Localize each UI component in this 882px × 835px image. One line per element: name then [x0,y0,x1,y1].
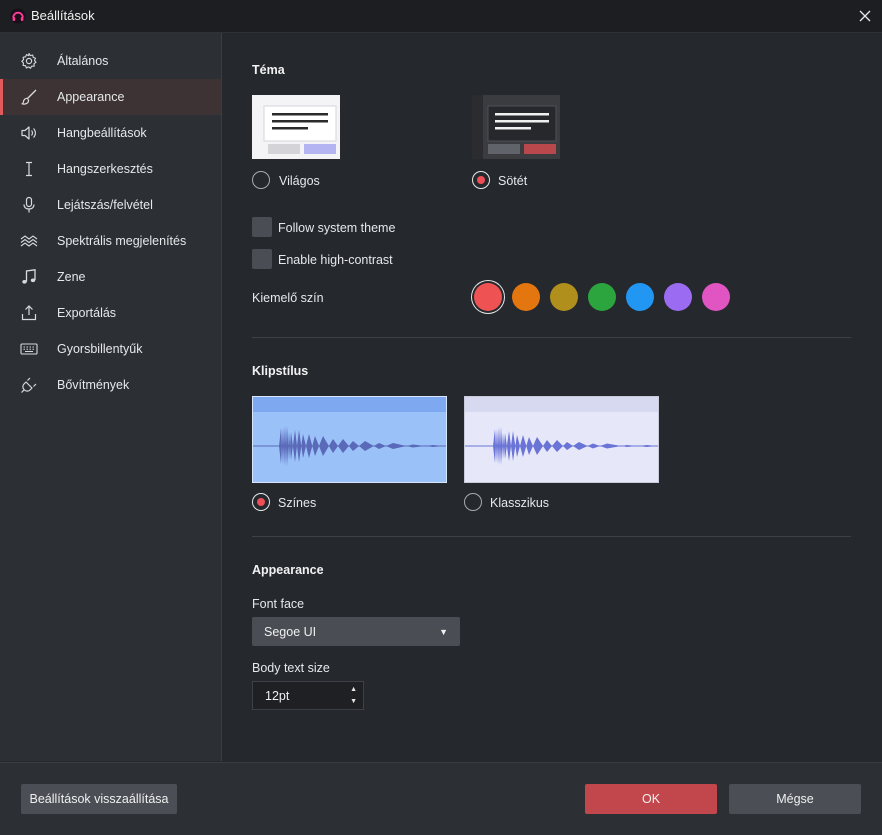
sidebar-item-label: Lejátszás/felvétel [57,198,153,212]
accent-swatch-orange[interactable] [512,283,540,311]
follow-system-theme-checkbox[interactable] [252,217,272,237]
sidebar-item-export[interactable]: Exportálás [0,295,221,331]
text-cursor-icon [26,161,32,177]
classic-clip-preview[interactable] [464,396,659,483]
font-face-dropdown[interactable]: Segoe UI ▼ [252,617,460,646]
dark-theme-label: Sötét [498,174,528,188]
accent-swatch-green[interactable] [588,283,616,311]
light-theme-radio[interactable] [252,171,270,189]
sidebar: Általános Appearance Hangbeállítások Han… [0,33,222,761]
accent-color-label: Kiemelő szín [252,291,324,305]
appearance-panel: Téma Világos Sötét Follow system theme E… [222,33,882,761]
sidebar-item-label: Gyorsbillentyűk [57,342,143,356]
sidebar-item-shortcuts[interactable]: Gyorsbillentyűk [0,331,221,367]
window-title: Beállítások [31,8,95,23]
speaker-icon [21,126,36,140]
app-logo-icon [10,8,26,24]
settings-window: Beállítások Általános Appearance Hangbeá… [0,0,882,835]
follow-system-theme-label: Follow system theme [278,221,396,235]
sidebar-item-label: Exportálás [57,306,117,320]
sidebar-item-appearance[interactable]: Appearance [0,79,221,115]
dark-theme-radio[interactable] [472,171,490,189]
section-divider [252,337,851,338]
dark-theme-preview[interactable] [472,95,560,159]
accent-swatch-purple[interactable] [664,283,692,311]
sidebar-item-audio-editing[interactable]: Hangszerkesztés [0,151,221,187]
reset-settings-button[interactable]: Beállítások visszaállítása [21,784,177,814]
close-button[interactable] [848,0,882,32]
sidebar-item-label: Hangbeállítások [57,126,147,140]
title-bar: Beállítások [0,0,882,33]
waves-icon [20,235,38,247]
ok-button[interactable]: OK [585,784,717,814]
appearance-section-title: Appearance [252,563,324,577]
high-contrast-checkbox[interactable] [252,249,272,269]
accent-swatch-blue[interactable] [626,283,654,311]
font-face-label: Font face [252,597,305,611]
classic-clip-label: Klasszikus [490,496,550,510]
stepper-up-icon[interactable]: ▲ [350,686,357,694]
colorful-clip-preview[interactable] [252,396,447,483]
close-icon [859,10,871,22]
sidebar-item-label: Általános [57,54,109,68]
sidebar-item-plugins[interactable]: Bővítmények [0,367,221,403]
cancel-button[interactable]: Mégse [729,784,861,814]
dialog-footer: Beállítások visszaállítása OK Mégse [0,762,882,835]
body-text-size-label: Body text size [252,661,330,675]
export-icon [21,305,37,321]
theme-section-title: Téma [252,63,285,77]
sidebar-item-label: Bővítmények [57,378,130,392]
plug-icon [21,377,37,393]
high-contrast-label: Enable high-contrast [278,253,393,267]
accent-swatch-red[interactable] [474,283,502,311]
sidebar-item-label: Spektrális megjelenítés [57,234,187,248]
font-face-value: Segoe UI [264,625,317,639]
gear-icon [21,52,37,69]
keyboard-icon [20,343,38,355]
sidebar-item-general[interactable]: Általános [0,43,221,79]
microphone-icon [23,196,35,213]
sidebar-item-music[interactable]: Zene [0,259,221,295]
clip-style-section-title: Klipstílus [252,364,309,378]
colorful-clip-label: Színes [278,496,317,510]
body-text-size-stepper[interactable]: 12pt ▲ ▼ [252,681,364,710]
brush-icon [21,89,37,105]
chevron-down-icon: ▼ [439,627,448,637]
sidebar-item-spectral-display[interactable]: Spektrális megjelenítés [0,223,221,259]
sidebar-item-label: Zene [57,270,86,284]
section-divider [252,536,851,537]
accent-swatch-olive[interactable] [550,283,578,311]
sidebar-item-label: Appearance [57,90,125,104]
sidebar-item-label: Hangszerkesztés [57,162,153,176]
body-text-size-value: 12pt [265,689,290,703]
light-theme-label: Világos [279,174,320,188]
classic-clip-radio[interactable] [464,493,482,511]
light-theme-preview[interactable] [252,95,340,159]
clip-header [465,397,658,412]
sidebar-item-audio-settings[interactable]: Hangbeállítások [0,115,221,151]
accent-swatch-pink[interactable] [702,283,730,311]
colorful-clip-radio[interactable] [252,493,270,511]
sidebar-item-playback-recording[interactable]: Lejátszás/felvétel [0,187,221,223]
stepper-down-icon[interactable]: ▼ [350,698,357,706]
waveform-graphic [253,426,446,466]
music-note-icon [22,269,36,284]
waveform-graphic [465,427,658,465]
clip-header [253,397,446,412]
